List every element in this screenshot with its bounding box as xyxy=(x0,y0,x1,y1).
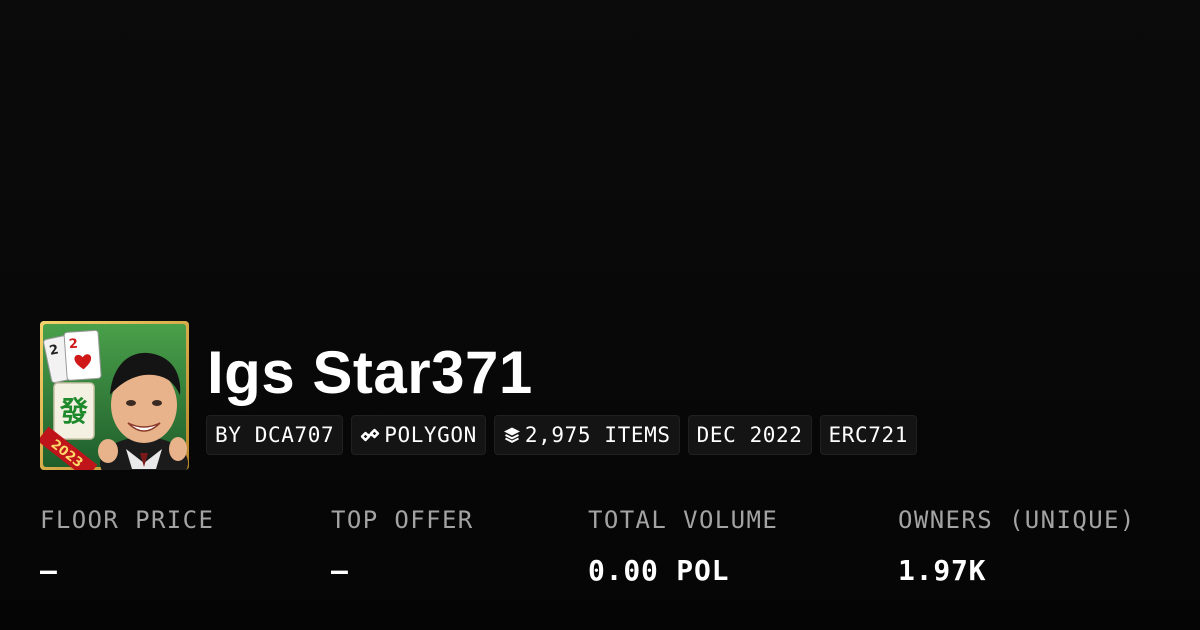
floor-price-label: FLOOR PRICE xyxy=(40,506,215,534)
chain-label: POLYGON xyxy=(384,423,477,447)
owners-stat: OWNERS (UNIQUE) 1.97K xyxy=(898,500,1136,593)
top-offer-stat: TOP OFFER – xyxy=(331,500,474,593)
layers-icon xyxy=(503,426,521,444)
created-date: DEC 2022 xyxy=(696,423,803,447)
items-count: 2,975 ITEMS xyxy=(524,423,671,447)
link-icon xyxy=(360,427,380,443)
collection-share-card: 2 2 發 2023 Igs Star371 BY DCA707 POLYGON… xyxy=(0,0,1200,630)
total-volume-value: 0.00 POL xyxy=(588,554,730,587)
total-volume-label: TOTAL VOLUME xyxy=(588,506,779,534)
collection-tags: BY DCA707 POLYGON 2,975 ITEMS DEC 2022 E… xyxy=(206,415,918,455)
date-tag: DEC 2022 xyxy=(687,415,812,455)
owners-value: 1.97K xyxy=(898,554,987,587)
top-offer-value: – xyxy=(331,554,349,587)
creator-tag[interactable]: BY DCA707 xyxy=(206,415,344,455)
total-volume-stat: TOTAL VOLUME 0.00 POL xyxy=(588,500,778,593)
floor-price-value: – xyxy=(40,554,58,587)
collection-title: Igs Star371 xyxy=(207,339,533,406)
svg-text:發: 發 xyxy=(59,395,88,428)
creator-label: BY DCA707 xyxy=(215,423,335,447)
owners-label: OWNERS (UNIQUE) xyxy=(898,506,1136,534)
floor-price-stat: FLOOR PRICE – xyxy=(40,500,214,593)
items-tag[interactable]: 2,975 ITEMS xyxy=(493,415,680,455)
chain-tag[interactable]: POLYGON xyxy=(351,415,486,455)
token-standard: ERC721 xyxy=(828,423,909,447)
svg-text:2: 2 xyxy=(68,337,78,353)
top-offer-label: TOP OFFER xyxy=(331,506,474,534)
standard-tag: ERC721 xyxy=(819,415,918,455)
collection-thumbnail: 2 2 發 2023 xyxy=(40,321,189,470)
